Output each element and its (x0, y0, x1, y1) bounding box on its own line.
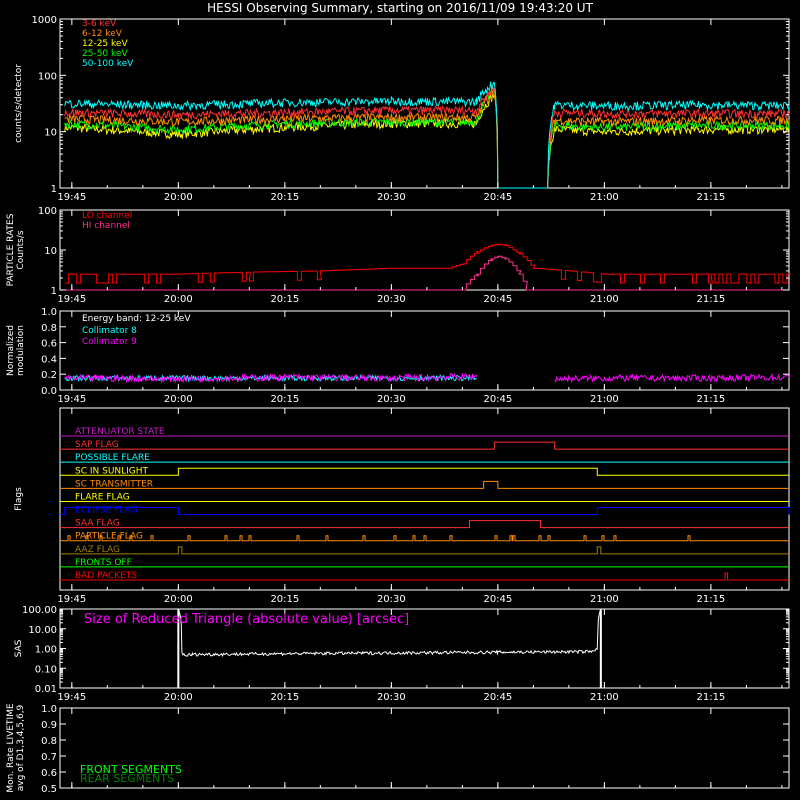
legend-HI channel: HI channel (82, 221, 130, 231)
x-tick-label: 19:45 (57, 192, 86, 203)
series-line-Collimator 9 (554, 372, 790, 384)
y-tick-label: 1.00 (35, 645, 57, 656)
x-tick-label: 19:45 (57, 692, 86, 703)
x-tick-label: 20:15 (270, 594, 299, 605)
y-tick-label: 10 (44, 246, 57, 257)
figure-title: HESSI Observing Summary, starting on 201… (207, 1, 593, 15)
y-tick-label: 0.5 (41, 784, 57, 795)
panel-frame (59, 407, 790, 591)
legend-12-25 keV: 12-25 keV (82, 39, 128, 49)
x-tick-label: 20:15 (270, 192, 299, 203)
x-tick-label: 20:15 (270, 294, 299, 305)
flag-line-ECLIPSE FLAG (60, 507, 790, 516)
x-tick-label: 19:45 (57, 394, 86, 405)
legend-50-100 keV: 50-100 keV (82, 59, 134, 69)
series-line-LO channel (64, 243, 791, 284)
y-tick-label: 10 (44, 128, 57, 139)
x-tick-label: 21:00 (590, 394, 619, 405)
y-tick-label: 0.8 (41, 323, 57, 334)
flag-line-AAZ FLAG (60, 546, 789, 555)
panel-frame (59, 209, 790, 291)
x-tick-label: 21:00 (590, 594, 619, 605)
x-tick-label: 21:15 (696, 192, 725, 203)
y-tick-label: 1.0 (41, 307, 57, 318)
x-tick-label: 20:30 (377, 594, 406, 605)
x-tick-label: 20:45 (483, 294, 512, 305)
x-tick-label: 20:45 (483, 594, 512, 605)
y-tick-label: 0.6 (41, 339, 57, 350)
flag-line-SAP FLAG (60, 441, 789, 450)
x-tick-label: 21:15 (696, 394, 725, 405)
x-tick-label: 20:45 (483, 192, 512, 203)
y-tick-label: 100.00 (22, 605, 57, 616)
energy-band-annotation: Energy band: 12-25 keV (82, 314, 191, 324)
legend-LO channel: LO channel (82, 211, 132, 221)
y-tick-label: 100 (38, 71, 57, 82)
y-axis-label: Flags (14, 487, 24, 511)
y-tick-label: 0.0 (41, 386, 57, 397)
legend-6-12 keV: 6-12 keV (82, 29, 123, 39)
x-tick-label: 20:45 (483, 394, 512, 405)
x-tick-label: 20:15 (270, 394, 299, 405)
y-tick-label: 100 (38, 206, 57, 217)
legend-25-50 keV: 25-50 keV (82, 49, 128, 59)
y-tick-label: 0.10 (35, 664, 57, 675)
y-tick-label: 0.2 (41, 370, 57, 381)
y-tick-label: 0.4 (41, 354, 57, 365)
y-tick-label: 1.0 (41, 704, 57, 715)
x-tick-label: 21:00 (590, 192, 619, 203)
y-tick-label: 0.6 (41, 768, 57, 779)
series-line-50-100 keV (64, 81, 790, 189)
y-tick-label: 1000 (32, 15, 57, 26)
flag-line-PARTICLE FLAG (60, 535, 789, 542)
x-tick-label: 20:00 (164, 594, 193, 605)
x-tick-label: 19:45 (57, 294, 86, 305)
x-tick-label: 21:15 (696, 294, 725, 305)
x-tick-label: 20:00 (164, 192, 193, 203)
flag-line-SAA FLAG (60, 520, 789, 529)
x-tick-label: 21:00 (590, 692, 619, 703)
y-axis-label: Mon. Rate LIVETIME (6, 703, 16, 793)
flag-line-SC TRANSMITTER (60, 480, 789, 489)
legend-3-6 keV: 3-6 keV (82, 19, 117, 29)
y-axis-label: modulation (16, 325, 26, 376)
x-tick-label: 20:30 (377, 394, 406, 405)
x-tick-label: 20:30 (377, 294, 406, 305)
sas-annotation: Size of Reduced Triangle (absolute value… (84, 612, 409, 627)
y-axis-label: SAS (14, 639, 24, 657)
x-tick-label: 20:00 (164, 692, 193, 703)
y-tick-label: 0.7 (41, 752, 57, 763)
x-tick-label: 19:45 (57, 594, 86, 605)
y-axis-label: counts/s/detector (14, 64, 24, 143)
y-axis-label: Counts/s (16, 230, 26, 269)
x-tick-label: 20:45 (483, 692, 512, 703)
x-tick-label: 20:00 (164, 294, 193, 305)
observing-summary-figure: HESSI Observing Summary, starting on 201… (6, 1, 791, 795)
legend-Collimator 9: Collimator 9 (82, 337, 137, 347)
y-tick-label: 1 (51, 184, 57, 195)
legend-REAR SEGMENTS: REAR SEGMENTS (80, 772, 174, 785)
series-line-HI channel (64, 255, 791, 291)
y-tick-label: 10.00 (28, 625, 57, 636)
x-tick-label: 21:15 (696, 692, 725, 703)
x-tick-label: 21:00 (590, 294, 619, 305)
x-tick-label: 21:15 (696, 594, 725, 605)
y-axis-label: PARTICLE RATES (6, 213, 16, 286)
y-axis-label: avg of D1,3,4,5,6,9 (16, 704, 26, 791)
y-tick-label: 0.9 (41, 720, 57, 731)
x-tick-label: 20:15 (270, 692, 299, 703)
y-tick-label: 0.8 (41, 736, 57, 747)
flag-line-SC IN SUNLIGHT (60, 467, 789, 476)
x-tick-label: 20:30 (377, 692, 406, 703)
y-axis-label: Normalized (6, 325, 16, 376)
legend-Collimator 8: Collimator 8 (82, 326, 137, 336)
x-tick-label: 20:00 (164, 394, 193, 405)
flag-line-BAD PACKETS (60, 572, 789, 581)
x-tick-label: 20:30 (377, 192, 406, 203)
y-tick-label: 0.01 (35, 684, 57, 695)
y-tick-label: 1 (51, 286, 57, 297)
